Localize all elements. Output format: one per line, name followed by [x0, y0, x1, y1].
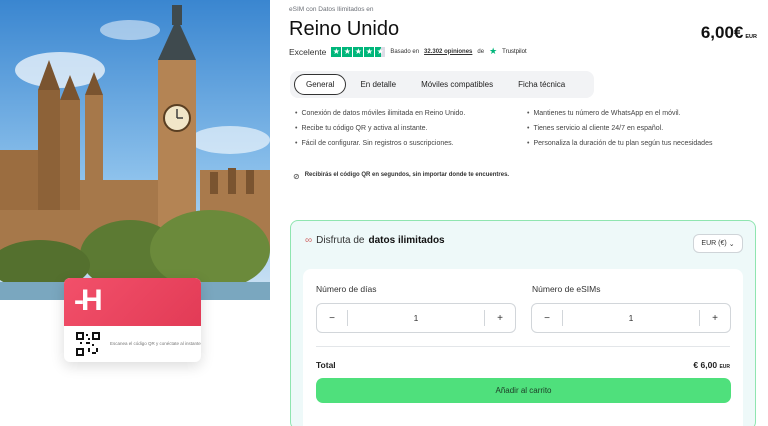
qr-delivery-note: ⊘ Recibirás el código QR en segundos, si… — [293, 172, 523, 182]
currency-select[interactable]: EUR (€) ⌄ — [693, 234, 743, 253]
rating-stars: ★ ★ ★ ★ ★ — [331, 46, 386, 57]
feature-item: Conexión de datos móviles ilimitada en R… — [295, 109, 523, 118]
feature-item: Tienes servicio al cliente 24/7 en españ… — [527, 124, 755, 133]
note-text: Recibirás el código QR en segundos, sin … — [304, 172, 510, 178]
trustpilot-star-icon: ★ — [489, 46, 498, 56]
divider — [316, 346, 730, 347]
plan-heading-prefix: Disfruta de — [316, 235, 365, 246]
tab-en-detalle[interactable]: En detalle — [349, 75, 407, 94]
brand-logo-icon: -H — [74, 284, 103, 317]
price-currency: EUR — [745, 34, 757, 40]
esim-card-header: -H — [64, 278, 201, 326]
plan-heading-bold: datos ilimitados — [368, 235, 445, 246]
hero-image-london — [0, 0, 270, 300]
feature-item: Fácil de configurar. Sin registros o sus… — [295, 139, 523, 148]
days-stepper: − 1 + — [316, 303, 516, 333]
star-icon: ★ — [353, 46, 364, 57]
rating-label: Excelente — [289, 46, 327, 57]
tab-moviles-compatibles[interactable]: Móviles compatibles — [410, 75, 504, 94]
days-value[interactable]: 1 — [347, 310, 485, 326]
currency-select-value: EUR (€) — [701, 240, 727, 247]
product-title: Reino Unido — [289, 18, 400, 40]
london-illustration — [0, 0, 270, 300]
star-half-icon: ★ — [375, 46, 386, 57]
feature-item: Recibe tu código QR y activa al instante… — [295, 124, 523, 133]
feature-column-right: Mantienes tu número de WhatsApp en el mó… — [527, 109, 755, 148]
feature-column-left: Conexión de datos móviles ilimitada en R… — [295, 109, 523, 148]
product-price: 6,00€ EUR — [701, 23, 757, 43]
esims-stepper: − 1 + — [531, 303, 731, 333]
esim-card: -H Escanea el código QR y conéctate al i… — [64, 278, 201, 362]
esim-card-body: Escanea el código QR y conéctate al inst… — [64, 326, 201, 362]
reviews-link[interactable]: 32.302 opiniones — [424, 49, 472, 55]
star-icon: ★ — [331, 46, 342, 57]
trustpilot-label: Trustpilot — [502, 48, 527, 55]
total-value: € 6,00 EUR — [693, 360, 730, 370]
qr-code-icon — [76, 332, 100, 356]
esims-decrement-button[interactable]: − — [532, 313, 562, 324]
link-icon: ⊘ — [293, 172, 300, 181]
tab-general[interactable]: General — [294, 74, 347, 95]
product-subtitle: eSIM con Datos Ilimitados en — [289, 6, 374, 13]
total-label: Total — [316, 360, 336, 370]
feature-list: Conexión de datos móviles ilimitada en R… — [295, 109, 755, 148]
esims-increment-button[interactable]: + — [700, 313, 730, 324]
price-value: 6,00€ — [700, 23, 744, 42]
rating-on: de — [477, 48, 485, 55]
esim-card-text: Escanea el código QR y conéctate al inst… — [110, 341, 201, 347]
esims-label: Número de eSIMs — [532, 284, 601, 294]
esims-value[interactable]: 1 — [562, 310, 700, 326]
plan-heading: ∞ Disfruta de datos ilimitados — [305, 235, 445, 246]
feature-item: Personaliza la duración de tu plan según… — [527, 139, 755, 148]
infinity-icon: ∞ — [305, 235, 313, 246]
chevron-down-icon: ⌄ — [728, 240, 735, 248]
days-decrement-button[interactable]: − — [317, 313, 347, 324]
plan-configurator: ∞ Disfruta de datos ilimitados EUR (€) ⌄… — [290, 220, 756, 426]
days-increment-button[interactable]: + — [485, 313, 515, 324]
total-amount: € 6,00 — [693, 360, 718, 370]
star-icon: ★ — [364, 46, 375, 57]
tab-ficha-tecnica[interactable]: Ficha técnica — [507, 75, 576, 94]
total-currency: EUR — [719, 364, 730, 370]
days-label: Número de días — [316, 284, 377, 294]
feature-item: Mantienes tu número de WhatsApp en el mó… — [527, 109, 755, 118]
rating-based-on: Basado en — [390, 48, 420, 55]
info-tabs: General En detalle Móviles compatibles F… — [290, 71, 594, 98]
plan-form: Número de días − 1 + Número de eSIMs − 1… — [303, 269, 743, 426]
star-icon: ★ — [342, 46, 353, 57]
add-to-cart-button[interactable]: Añadir al carrito — [316, 378, 731, 403]
trustpilot-rating: Excelente ★ ★ ★ ★ ★ Basado en 32.302 opi… — [289, 46, 527, 57]
